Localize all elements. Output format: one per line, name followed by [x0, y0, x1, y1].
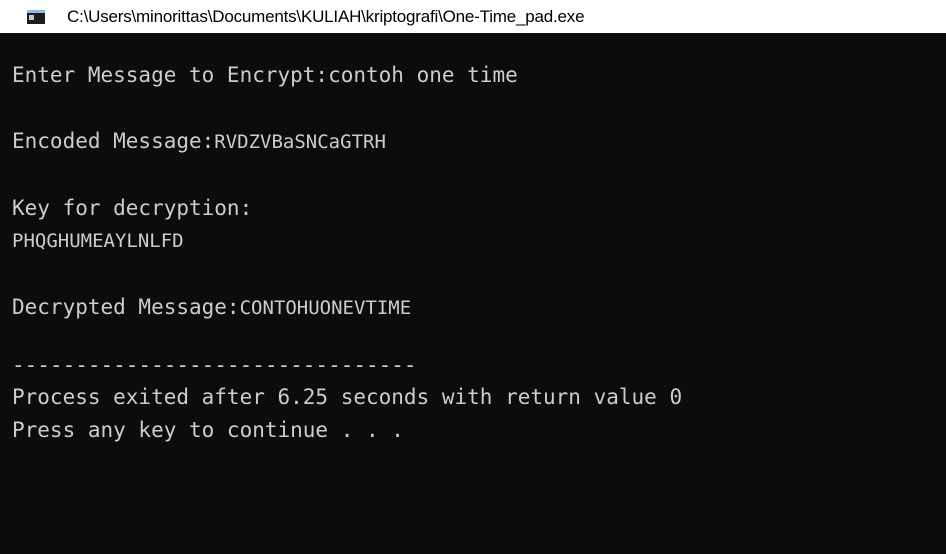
- console-output[interactable]: Enter Message to Encrypt:contoh one time…: [0, 33, 946, 554]
- process-exit-line: Process exited after 6.25 seconds with r…: [12, 385, 683, 409]
- separator-line: --------------------------------: [12, 353, 417, 377]
- window-title: C:\Users\minorittas\Documents\KULIAH\kri…: [67, 7, 585, 26]
- key-label: Key for decryption:: [12, 196, 253, 220]
- decrypted-label: Decrypted Message:: [12, 295, 240, 319]
- encoded-value: RVDZVBaSNCaGTRH: [214, 131, 386, 153]
- console-window-icon: [27, 10, 45, 24]
- press-any-key-line: Press any key to continue . . .: [12, 418, 404, 442]
- prompt-line: Enter Message to Encrypt:contoh one time: [12, 63, 518, 87]
- prompt-input-value: contoh one time: [328, 63, 518, 87]
- encoded-label: Encoded Message:: [12, 129, 215, 153]
- encoded-line: Encoded Message:RVDZVBaSNCaGTRH: [12, 129, 386, 153]
- key-value: PHQGHUMEAYLNLFD: [12, 230, 184, 252]
- prompt-label: Enter Message to Encrypt:: [12, 63, 329, 87]
- decrypted-line: Decrypted Message:CONTOHUONEVTIME: [12, 295, 411, 319]
- decrypted-value: CONTOHUONEVTIME: [239, 297, 412, 319]
- title-bar[interactable]: C:\Users\minorittas\Documents\KULIAH\kri…: [0, 0, 946, 33]
- console-window: C:\Users\minorittas\Documents\KULIAH\kri…: [0, 0, 946, 554]
